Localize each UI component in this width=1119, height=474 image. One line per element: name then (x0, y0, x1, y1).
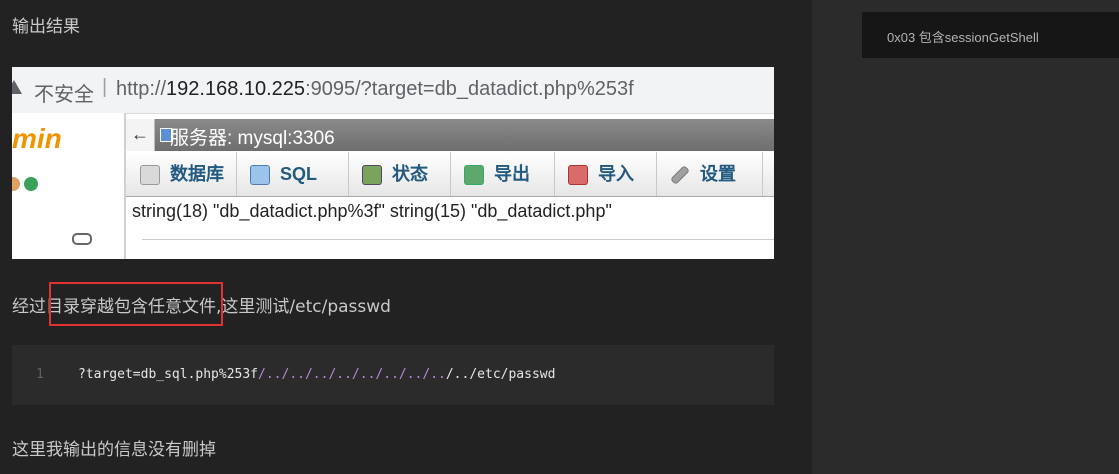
back-arrow-icon: ← (126, 119, 155, 151)
tab-status: 状态 (348, 152, 451, 196)
tab-sql: SQL (236, 152, 349, 196)
sql-icon (250, 165, 270, 185)
code-line: ?target=db_sql.php%253f/../../../../../.… (78, 367, 555, 382)
para-before: 经过 (12, 297, 46, 317)
home-icon (12, 177, 20, 191)
settings-icon (670, 165, 690, 185)
server-title: 服务器: mysql:3306 (170, 128, 335, 149)
import-icon (568, 165, 588, 185)
database-icon (140, 165, 160, 185)
output-heading: 输出结果 (12, 17, 80, 37)
browser-url-bar: 不安全 | http://192.168.10.225:9095/?target… (12, 67, 774, 114)
tab-label: 导入 (598, 164, 634, 184)
divider (142, 239, 774, 240)
url-rest: :9095/?target=db_datadict.php%253f (305, 78, 634, 100)
status-icon (362, 165, 382, 185)
line-number: 1 (36, 367, 44, 382)
warning-icon (12, 80, 22, 94)
para-after: ,这里测试/etc/passwd (216, 297, 391, 317)
url-text: http://192.168.10.225:9095/?target=db_da… (116, 78, 634, 101)
server-title-bar: ← 服务器: mysql:3306 (126, 119, 774, 151)
tab-export: 导出 (450, 152, 555, 196)
tab-database: 数据库 (126, 152, 237, 196)
phpmyadmin-nav-pane: min (12, 113, 126, 259)
link-icon (72, 233, 92, 245)
tab-import: 导入 (554, 152, 657, 196)
highlight-box (49, 282, 223, 326)
closing-paragraph: 这里我输出的信息没有删掉 (12, 440, 216, 460)
embedded-screenshot: 不安全 | http://192.168.10.225:9095/?target… (12, 67, 774, 259)
phpmyadmin-tabs: 数据库 SQL 状态 导出 导入 设置 (126, 152, 774, 197)
tab-label: 数据库 (170, 164, 224, 184)
tab-label: 设置 (700, 164, 736, 184)
url-host: 192.168.10.225 (166, 78, 306, 100)
url-separator: | (102, 76, 108, 98)
code-block: 1 ?target=db_sql.php%253f/../../../../..… (12, 345, 774, 405)
insecure-label: 不安全 (34, 84, 94, 106)
tab-label: 状态 (392, 164, 428, 184)
tab-settings: 设置 (656, 152, 763, 196)
article-content: 输出结果 不安全 | http://192.168.10.225:9095/?t… (0, 0, 812, 474)
tab-label: SQL (280, 164, 318, 184)
tab-label: 导出 (494, 164, 530, 184)
table-of-contents: 0x03 包含sessionGetShell (862, 12, 1119, 58)
code-end: /../etc/passwd (445, 367, 556, 382)
php-output-text: string(18) "db_datadict.php%3f" string(1… (132, 201, 612, 221)
url-prefix: http:// (116, 78, 167, 100)
sidebar-gutter (812, 0, 1119, 474)
export-icon (464, 165, 484, 185)
code-path: /../../../../../../../.. (258, 367, 446, 382)
phpmyadmin-logo: min (12, 123, 62, 154)
reload-icon (24, 177, 38, 191)
code-start: ?target=db_sql.php%253f (78, 367, 259, 382)
toc-item-session-getshell[interactable]: 0x03 包含sessionGetShell (887, 27, 1039, 46)
